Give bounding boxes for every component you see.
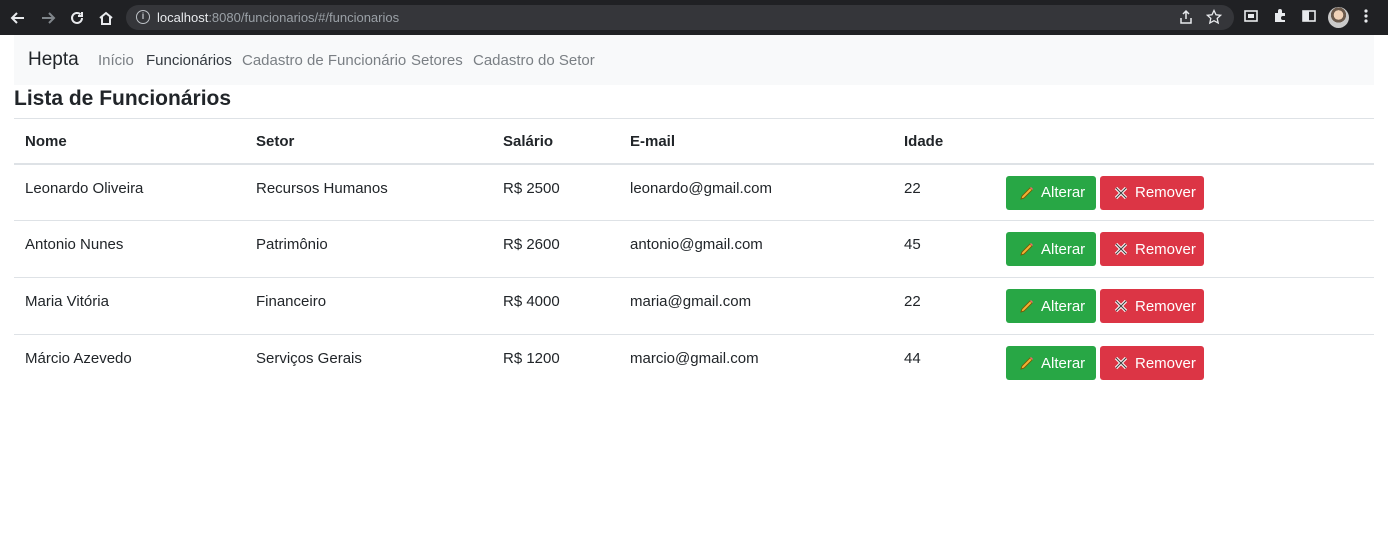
header-idade: Idade [904, 133, 944, 150]
cell-actions: Alterar Remover [995, 164, 1374, 221]
cell-salario: R$ 2500 [503, 179, 560, 197]
pencil-icon [1019, 185, 1035, 201]
home-icon[interactable] [96, 8, 116, 28]
cell-setor: Recursos Humanos [256, 179, 388, 197]
nav-link-cadastro-funcionario[interactable]: Cadastro de Funcionário [242, 52, 406, 69]
pencil-icon [1019, 298, 1035, 314]
table-row: Leonardo Oliveira Recursos Humanos R$ 25… [14, 164, 1374, 221]
cell-actions: Alterar Remover [995, 221, 1374, 278]
header-actions [995, 119, 1374, 164]
cell-salario: R$ 4000 [503, 293, 560, 310]
header-salario: Salário [503, 133, 554, 150]
nav-link-setores[interactable]: Setores [411, 52, 463, 69]
navbar: Hepta Início Funcionários Cadastro de Fu… [14, 35, 1374, 85]
edit-button[interactable]: Alterar [1006, 232, 1096, 266]
table-row: Márcio Azevedo Serviços Gerais R$ 1200 m… [14, 335, 1374, 392]
extensions-puzzle-icon[interactable] [1272, 8, 1292, 28]
cell-nome: Leonardo Oliveira [25, 179, 144, 197]
table-row: Maria Vitória Financeiro R$ 4000 maria@g… [14, 278, 1374, 335]
edit-button-label: Alterar [1041, 240, 1086, 258]
edit-button[interactable]: Alterar [1006, 289, 1096, 323]
remove-button-label: Remover [1135, 297, 1196, 315]
header-email: E-mail [630, 133, 676, 150]
back-arrow-icon[interactable] [8, 8, 28, 28]
cross-mark-icon [1113, 298, 1129, 314]
cell-email: marcio@gmail.com [630, 350, 759, 367]
header-setor: Setor [256, 133, 295, 150]
remove-button[interactable]: Remover [1100, 289, 1204, 323]
edit-button[interactable]: Alterar [1006, 175, 1096, 210]
cell-email: maria@gmail.com [630, 293, 752, 310]
cell-email: antonio@gmail.com [630, 236, 763, 253]
edit-button-label: Alterar [1041, 354, 1086, 372]
tab-search-icon[interactable] [1243, 8, 1263, 28]
cell-setor: Financeiro [256, 293, 327, 310]
browser-toolbar: i localhost:8080/funcionarios/#/funciona… [0, 0, 1388, 35]
cell-idade: 22 [904, 293, 921, 310]
remove-button[interactable]: Remover [1100, 346, 1204, 380]
cross-mark-icon [1113, 185, 1129, 201]
edit-button-label: Alterar [1041, 184, 1086, 201]
table-header-row: Nome Setor Salário E-mail Idade [14, 118, 1374, 164]
cell-idade: 45 [904, 236, 921, 253]
forward-arrow-icon[interactable] [38, 8, 58, 28]
remove-button-label: Remover [1135, 240, 1196, 258]
remove-button-label: Remover [1135, 354, 1196, 372]
side-panel-icon[interactable] [1301, 8, 1321, 28]
remove-button[interactable]: Remover [1100, 232, 1204, 266]
cell-actions: Alterar Remover [995, 335, 1374, 392]
url-text[interactable]: localhost:8080/funcionarios/#/funcionari… [157, 10, 399, 25]
cell-setor: Serviços Gerais [256, 350, 362, 367]
url-host: localhost [157, 10, 209, 25]
cell-nome: Maria Vitória [25, 293, 109, 310]
bookmark-star-icon[interactable] [1205, 8, 1224, 27]
cell-salario: R$ 2600 [503, 236, 560, 253]
cross-mark-icon [1113, 241, 1129, 257]
menu-kebab-icon[interactable] [1358, 8, 1378, 28]
cell-setor: Patrimônio [256, 236, 328, 253]
header-nome: Nome [25, 133, 67, 150]
table-row: Antonio Nunes Patrimônio R$ 2600 antonio… [14, 221, 1374, 278]
remove-button-label: Remover [1135, 184, 1196, 201]
cell-nome: Márcio Azevedo [25, 350, 132, 367]
employees-table: Nome Setor Salário E-mail Idade Leonardo… [14, 118, 1374, 392]
site-info-icon[interactable]: i [136, 10, 150, 24]
cross-mark-icon [1113, 355, 1129, 371]
address-bar[interactable]: i localhost:8080/funcionarios/#/funciona… [126, 5, 1234, 30]
cell-idade: 44 [904, 350, 921, 367]
remove-button[interactable]: Remover [1100, 175, 1204, 210]
share-icon[interactable] [1178, 9, 1196, 27]
cell-actions: Alterar Remover [995, 278, 1374, 335]
navbar-brand[interactable]: Hepta [28, 49, 79, 71]
cell-nome: Antonio Nunes [25, 236, 124, 253]
nav-link-inicio[interactable]: Início [98, 52, 134, 69]
reload-icon[interactable] [67, 8, 87, 28]
cell-idade: 22 [904, 179, 921, 197]
pencil-icon [1019, 355, 1035, 371]
profile-avatar[interactable] [1328, 7, 1349, 28]
edit-button-label: Alterar [1041, 297, 1086, 315]
cell-email: leonardo@gmail.com [630, 179, 772, 197]
nav-link-funcionarios[interactable]: Funcionários [146, 52, 232, 69]
pencil-icon [1019, 241, 1035, 257]
edit-button[interactable]: Alterar [1006, 346, 1096, 380]
page-title: Lista de Funcionários [14, 87, 232, 110]
url-path: :8080/funcionarios/#/funcionarios [208, 10, 400, 25]
nav-link-cadastro-setor[interactable]: Cadastro do Setor [473, 52, 595, 69]
cell-salario: R$ 1200 [503, 350, 560, 367]
